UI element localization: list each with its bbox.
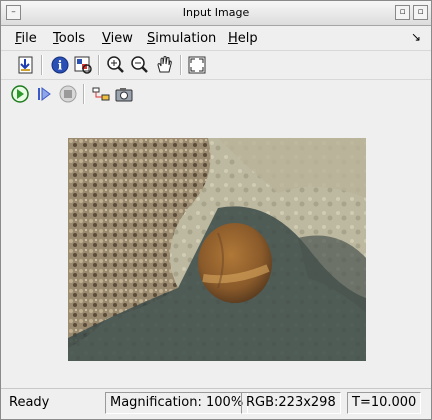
menu-tools[interactable]: Tools [53,31,85,46]
magnification-readout: Magnification: 100% [105,392,249,414]
title-bar[interactable]: – Input Image ▫ ▫ [1,1,431,26]
zoom-out-icon[interactable] [129,54,151,76]
fit-to-window-icon[interactable] [186,54,208,76]
menu-bar: File Tools View Simulation Help ↘ [1,26,431,50]
rgb-readout: RGB:223x298 [241,392,341,414]
toolbar-separator [41,55,43,75]
pixel-region-icon[interactable] [72,54,94,76]
image-display-area [1,110,431,386]
import-image-icon[interactable] [15,54,37,76]
status-bar: Ready Magnification: 100% RGB:223x298 T=… [1,388,431,417]
toolbar-separator [180,55,182,75]
info-icon[interactable]: i [49,54,71,76]
dock-arrow-icon[interactable]: ↘ [411,30,421,44]
window-title: Input Image [182,6,250,19]
pan-hand-icon[interactable] [154,54,176,76]
go-to-parent-icon[interactable] [90,83,112,105]
stop-icon[interactable] [57,83,79,105]
zoom-in-icon[interactable] [105,54,127,76]
minimize-button[interactable]: ▫ [395,5,410,20]
menu-simulation[interactable]: Simulation [147,31,216,46]
time-readout: T=10.000 [347,392,422,414]
status-ready-text: Ready [9,395,50,410]
menu-view[interactable]: View [102,31,133,46]
svg-text:i: i [58,59,63,73]
simulation-toolbar [1,79,431,108]
run-icon[interactable] [9,83,31,105]
menu-file[interactable]: File [15,31,37,46]
step-forward-icon[interactable] [34,83,56,105]
snapshot-camera-icon[interactable] [113,83,135,105]
menu-help[interactable]: Help [228,31,258,46]
input-image[interactable] [68,138,366,361]
close-button[interactable]: ▫ [413,5,428,20]
image-toolbar: i [1,50,431,79]
toolbar-separator [83,84,85,104]
viewer-window: – Input Image ▫ ▫ File Tools View Simula… [0,0,432,420]
toolbar-separator [98,55,100,75]
